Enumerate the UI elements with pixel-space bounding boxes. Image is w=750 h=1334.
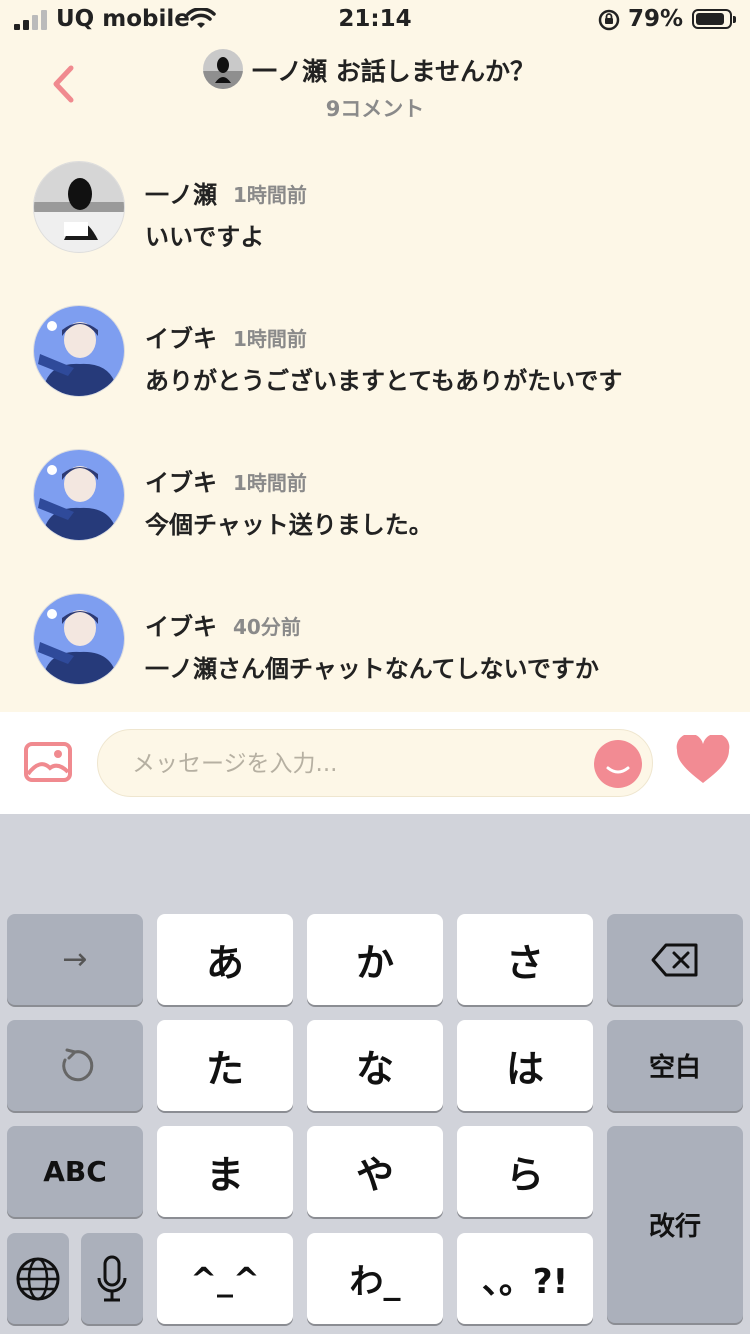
- key-ka[interactable]: か: [307, 914, 443, 1005]
- comment-item: イブキ 40分前 一ノ瀬さん個チャットなんてしないですか: [0, 593, 750, 703]
- image-upload-icon[interactable]: [24, 742, 72, 782]
- key-na[interactable]: な: [307, 1020, 443, 1111]
- comment-item: イブキ 1時間前 ありがとうございますとてもありがたいです: [0, 305, 750, 415]
- user-avatar[interactable]: [33, 161, 125, 253]
- thread-title: 一ノ瀬 お話しませんか？: [252, 57, 535, 86]
- key-microphone[interactable]: [81, 1233, 143, 1324]
- comment-author: イブキ: [145, 469, 217, 497]
- key-delete[interactable]: [607, 914, 743, 1005]
- undo-icon: [62, 1048, 94, 1081]
- heart-like-icon[interactable]: [675, 735, 731, 785]
- globe-icon: [16, 1257, 60, 1300]
- key-globe[interactable]: [7, 1233, 69, 1324]
- comment-text: 今個チャット送りました。: [145, 511, 433, 539]
- comment-time: 1時間前: [233, 327, 307, 351]
- key-a[interactable]: あ: [157, 914, 293, 1005]
- comment-text: ありがとうございますとてもありがたいです: [145, 367, 623, 395]
- comment-count: 9コメント: [325, 97, 425, 121]
- comment-time: 40分前: [233, 615, 301, 639]
- thread-author-avatar[interactable]: [203, 49, 243, 89]
- comment-author: 一ノ瀬: [145, 181, 217, 209]
- user-avatar[interactable]: [33, 593, 125, 685]
- key-undo[interactable]: [7, 1020, 143, 1111]
- user-avatar[interactable]: [33, 305, 125, 397]
- comment-item: イブキ 1時間前 今個チャット送りました。: [0, 449, 750, 559]
- japanese-keyboard: → あ か さ た な は 空白 ABC ま や ら 改行 ^_^ わ_ 、。?…: [0, 814, 750, 1334]
- comment-time: 1時間前: [233, 471, 307, 495]
- message-input-bar: [0, 712, 750, 814]
- status-bar: UQ mobile 21:14 79%: [0, 0, 750, 40]
- comment-text: いいですよ: [145, 223, 265, 251]
- comment-item: 一ノ瀬 1時間前 いいですよ: [0, 161, 750, 271]
- key-sa[interactable]: さ: [457, 914, 593, 1005]
- battery-percent: 79%: [628, 6, 684, 32]
- key-return[interactable]: 改行: [607, 1126, 743, 1323]
- microphone-icon: [97, 1255, 127, 1301]
- emoji-icon[interactable]: [594, 740, 642, 788]
- key-ya[interactable]: や: [307, 1126, 443, 1217]
- comment-text: 一ノ瀬さん個チャットなんてしないですか: [145, 655, 599, 683]
- key-emoticon[interactable]: ^_^: [157, 1233, 293, 1324]
- comment-time: 1時間前: [233, 183, 307, 207]
- key-ma[interactable]: ま: [157, 1126, 293, 1217]
- key-abc[interactable]: ABC: [7, 1126, 143, 1217]
- key-next-arrow[interactable]: →: [7, 914, 143, 1005]
- comment-author: イブキ: [145, 613, 217, 641]
- key-ta[interactable]: た: [157, 1020, 293, 1111]
- user-avatar[interactable]: [33, 449, 125, 541]
- key-space[interactable]: 空白: [607, 1020, 743, 1111]
- key-ra[interactable]: ら: [457, 1126, 593, 1217]
- message-input[interactable]: [130, 742, 574, 786]
- delete-icon: [651, 943, 698, 976]
- battery-icon: [692, 9, 736, 29]
- message-field[interactable]: [97, 729, 653, 797]
- key-wa[interactable]: わ_: [307, 1233, 443, 1324]
- key-punctuation[interactable]: 、。?!: [457, 1233, 593, 1324]
- key-ha[interactable]: は: [457, 1020, 593, 1111]
- comment-author: イブキ: [145, 325, 217, 353]
- rotation-lock-icon: [598, 9, 620, 31]
